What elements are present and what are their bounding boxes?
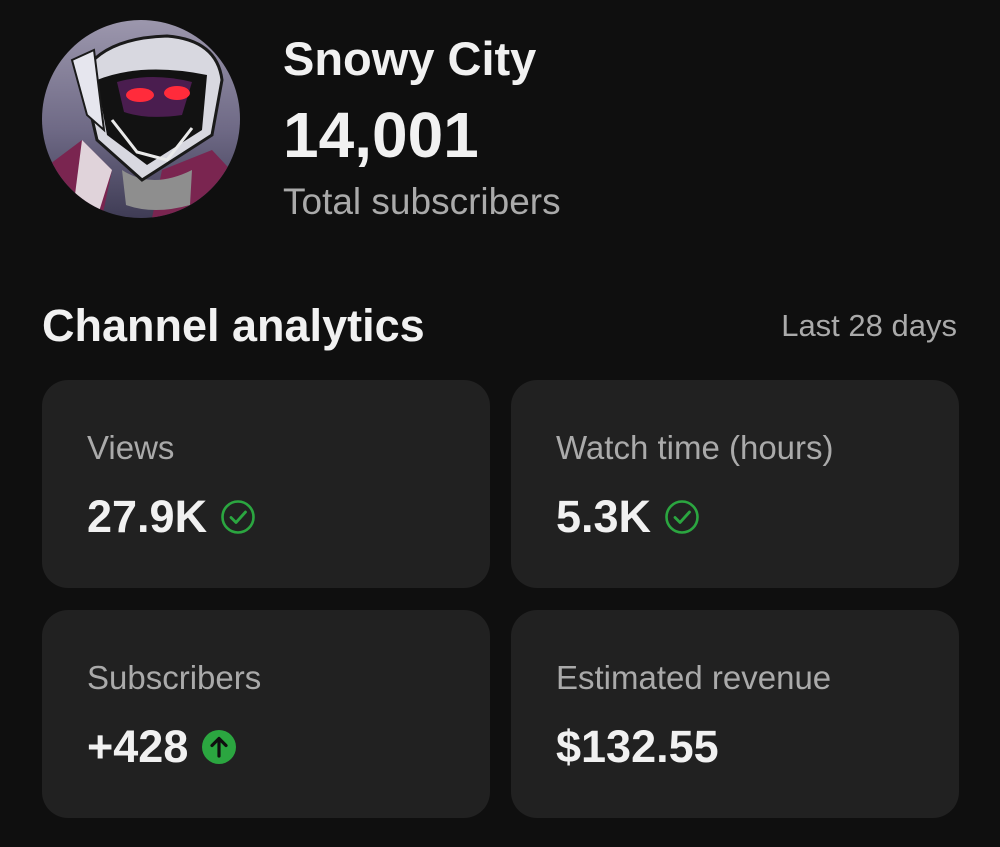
channel-avatar[interactable] bbox=[42, 20, 240, 218]
card-value: 5.3K bbox=[556, 491, 652, 542]
watch-time-card[interactable]: Watch time (hours) 5.3K bbox=[511, 380, 959, 588]
channel-analytics-title: Channel analytics bbox=[42, 300, 425, 351]
check-circle-icon bbox=[664, 499, 700, 535]
card-value-row: 5.3K bbox=[556, 491, 700, 543]
card-value: 27.9K bbox=[87, 491, 208, 542]
card-value-row: +428 bbox=[87, 721, 237, 773]
robot-avatar-icon bbox=[42, 20, 240, 218]
card-label: Watch time (hours) bbox=[556, 429, 834, 466]
card-label: Subscribers bbox=[87, 659, 262, 696]
subscribers-card[interactable]: Subscribers +428 bbox=[42, 610, 490, 818]
card-value-row: 27.9K bbox=[87, 491, 256, 543]
channel-name: Snowy City bbox=[283, 32, 537, 85]
card-label: Views bbox=[87, 429, 175, 466]
total-subscribers-caption: Total subscribers bbox=[283, 181, 561, 222]
card-value: $132.55 bbox=[556, 721, 719, 772]
views-card[interactable]: Views 27.9K bbox=[42, 380, 490, 588]
check-circle-icon bbox=[220, 499, 256, 535]
arrow-up-circle-icon bbox=[201, 729, 237, 765]
card-label: Estimated revenue bbox=[556, 659, 832, 696]
card-value: +428 bbox=[87, 721, 189, 772]
estimated-revenue-card[interactable]: Estimated revenue $132.55 bbox=[511, 610, 959, 818]
total-subscriber-count: 14,001 bbox=[283, 99, 479, 171]
card-value-row: $132.55 bbox=[556, 721, 719, 773]
date-range-label[interactable]: Last 28 days bbox=[781, 306, 957, 346]
